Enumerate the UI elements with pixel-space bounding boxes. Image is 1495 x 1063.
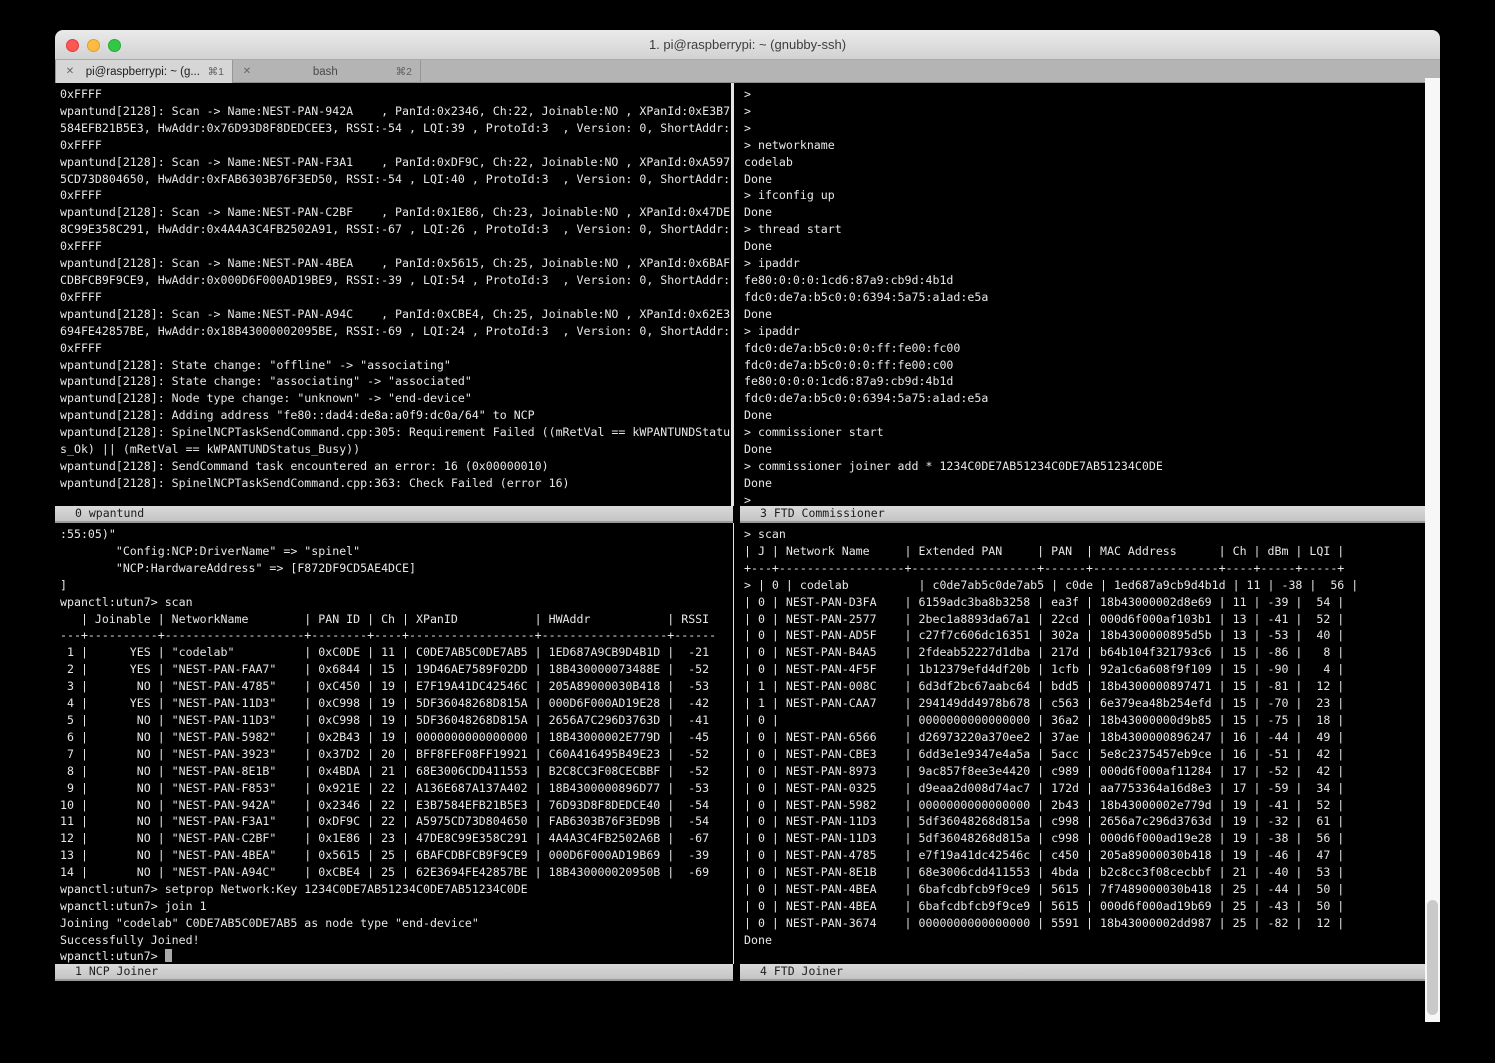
tab-bar: ✕ pi@raspberrypi: ~ (g... ⌘1 ✕ bash ⌘2	[55, 60, 1440, 83]
pane-ftd-joiner[interactable]: > scan | J | Network Name | Extended PAN…	[740, 523, 1440, 964]
pane-ncp-joiner[interactable]: :55:05)" "Config:NCP:DriverName" => "spi…	[55, 523, 733, 964]
terminal-output: 0xFFFF wpantund[2128]: Scan -> Name:NEST…	[55, 83, 733, 492]
terminal-window: 1. pi@raspberrypi: ~ (gnubby-ssh) ✕ pi@r…	[55, 30, 1440, 1063]
terminal-output: > > > > networkname codelab Done > ifcon…	[740, 83, 1440, 506]
terminal-cursor	[165, 949, 172, 962]
pane-divider[interactable]	[731, 83, 734, 506]
tab-close-icon[interactable]: ✕	[239, 66, 255, 77]
terminal-output: > scan | J | Network Name | Extended PAN…	[740, 523, 1440, 949]
pane-statusbar-ftd-joiner: 4 FTD Joiner	[740, 964, 1440, 981]
tab-bash[interactable]: ✕ bash ⌘2	[233, 60, 421, 83]
pane-statusbar-wpantund: 0 wpantund	[55, 506, 733, 523]
shell-prompt: wpanctl:utun7>	[60, 949, 165, 963]
pane-wpantund[interactable]: 0xFFFF wpantund[2128]: Scan -> Name:NEST…	[55, 83, 733, 506]
terminal-output: :55:05)" "Config:NCP:DriverName" => "spi…	[55, 523, 733, 949]
tab-shortcut: ⌘2	[396, 66, 412, 78]
pane-statusbar-ncp-joiner: 1 NCP Joiner	[55, 964, 733, 981]
window-titlebar[interactable]: 1. pi@raspberrypi: ~ (gnubby-ssh)	[55, 30, 1440, 60]
tab-label: bash	[255, 66, 396, 78]
tab-shortcut: ⌘1	[208, 66, 224, 78]
tab-close-icon[interactable]: ✕	[62, 66, 78, 77]
pane-ftd-commissioner[interactable]: > > > > networkname codelab Done > ifcon…	[740, 83, 1440, 506]
scrollbar-thumb[interactable]	[1427, 900, 1438, 1015]
scrollbar-track[interactable]	[1425, 78, 1440, 1022]
shell-prompt-line[interactable]: wpanctl:utun7>	[60, 948, 172, 964]
pane-statusbar-ftd-commissioner: 3 FTD Commissioner	[740, 506, 1440, 523]
tab-label: pi@raspberrypi: ~ (g...	[78, 66, 208, 78]
tab-ssh-session[interactable]: ✕ pi@raspberrypi: ~ (g... ⌘1	[55, 60, 233, 83]
window-title: 1. pi@raspberrypi: ~ (gnubby-ssh)	[55, 30, 1440, 60]
